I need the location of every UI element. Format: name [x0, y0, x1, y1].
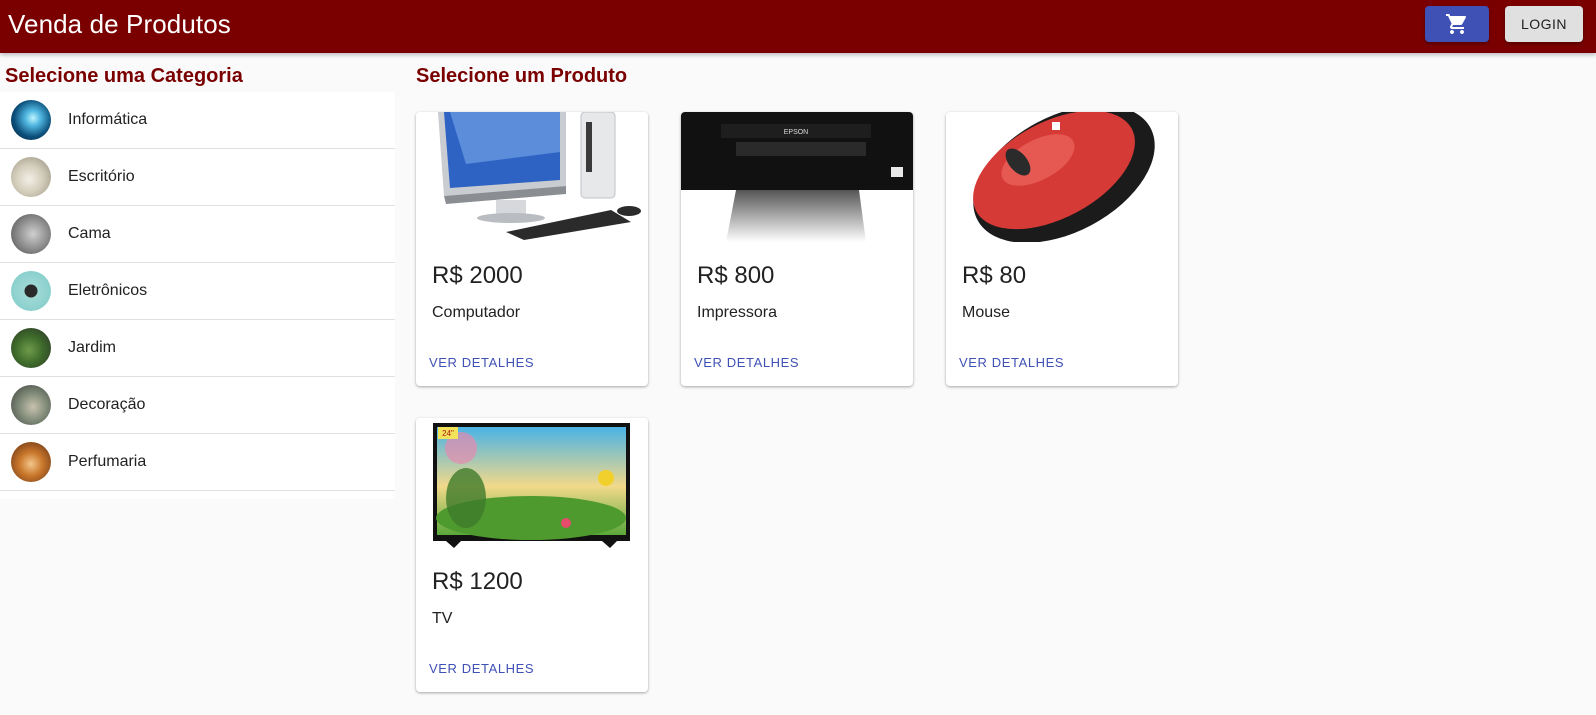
category-label: Informática [68, 111, 148, 128]
product-image-computer [416, 112, 648, 242]
category-avatar [11, 385, 51, 425]
product-price: R$ 1200 [432, 568, 523, 595]
app-header: Venda de Produtos LOGIN [0, 0, 1596, 53]
product-price: R$ 2000 [432, 262, 523, 289]
category-list: Informática Escritório Cama Eletrônicos … [0, 92, 395, 499]
product-name: TV [432, 610, 453, 627]
svg-text:EPSON: EPSON [784, 129, 809, 136]
app-title: Venda de Produtos [8, 9, 231, 39]
category-item-informatica[interactable]: Informática [0, 92, 395, 149]
category-item-perfumaria[interactable]: Perfumaria [0, 434, 395, 491]
category-avatar [11, 100, 51, 140]
category-label: Decoração [68, 396, 146, 413]
category-avatar [11, 442, 51, 482]
view-details-link[interactable]: VER DETALHES [694, 355, 799, 370]
category-avatar [11, 157, 51, 197]
category-label: Escritório [68, 168, 135, 185]
view-details-link[interactable]: VER DETALHES [429, 355, 534, 370]
product-card: 24" R$ 1200 TV VER DETALHES [416, 418, 648, 692]
shopping-cart-icon [1446, 14, 1467, 34]
product-section-title: Selecione um Produto [416, 65, 628, 87]
product-card: EPSON R$ 800 Impressora VER DETALHES [681, 112, 913, 386]
category-item-escritorio[interactable]: Escritório [0, 149, 395, 206]
category-avatar [11, 328, 51, 368]
category-label: Jardim [68, 339, 117, 356]
product-name: Computador [432, 304, 521, 321]
product-price: R$ 800 [697, 262, 775, 289]
product-name: Impressora [697, 304, 778, 321]
category-label: Perfumaria [68, 453, 147, 470]
svg-text:24": 24" [442, 429, 454, 438]
category-avatar [11, 214, 51, 254]
product-image-mouse [946, 112, 1178, 242]
product-card: R$ 80 Mouse VER DETALHES [946, 112, 1178, 386]
category-avatar [11, 271, 51, 311]
cart-button[interactable] [1425, 6, 1489, 42]
view-details-link[interactable]: VER DETALHES [959, 355, 1064, 370]
category-label: Eletrônicos [68, 282, 148, 299]
product-image-printer: EPSON [681, 112, 913, 242]
category-section-title: Selecione uma Categoria [5, 65, 243, 87]
category-label: Cama [68, 225, 111, 242]
category-item-jardim[interactable]: Jardim [0, 320, 395, 377]
category-item-eletronicos[interactable]: Eletrônicos [0, 263, 395, 320]
product-card: R$ 2000 Computador VER DETALHES [416, 112, 648, 386]
category-item-cama[interactable]: Cama [0, 206, 395, 263]
login-button[interactable]: LOGIN [1505, 6, 1583, 42]
category-item-decoracao[interactable]: Decoração [0, 377, 395, 434]
product-price: R$ 80 [962, 262, 1027, 289]
product-name: Mouse [962, 304, 1011, 321]
product-image-tv: 24" [416, 418, 648, 548]
view-details-link[interactable]: VER DETALHES [429, 661, 534, 676]
